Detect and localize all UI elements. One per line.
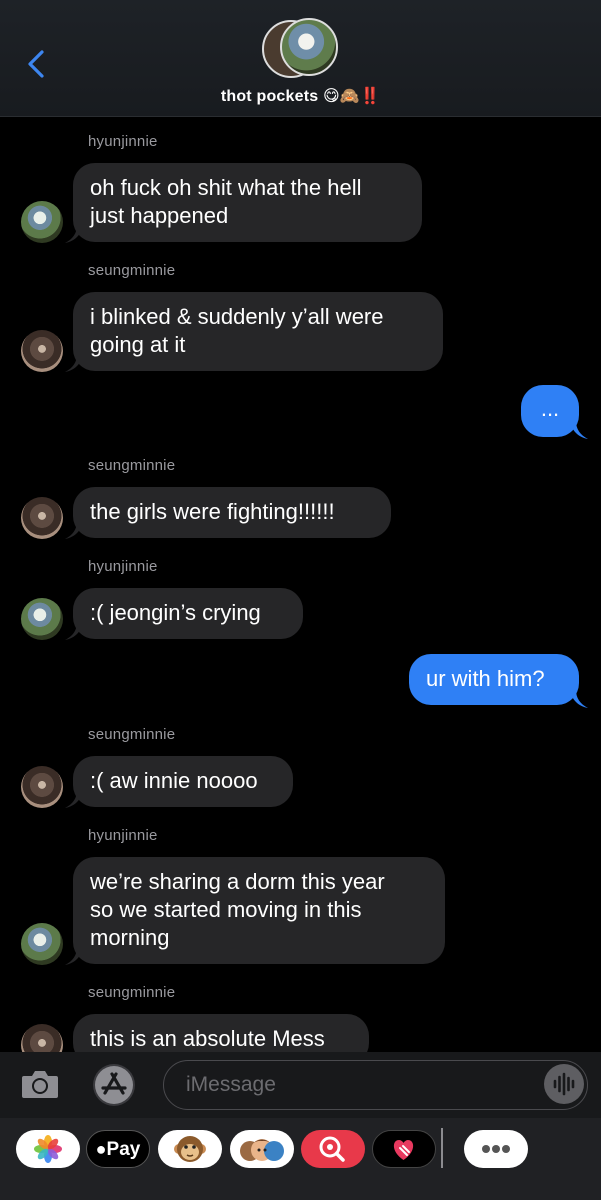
message-line: ur with him? [426, 666, 545, 691]
message-line: ... [540, 396, 560, 421]
bubble-tail [570, 421, 588, 439]
camera-icon[interactable] [18, 1064, 62, 1104]
message-line: so we started moving in this [90, 897, 362, 922]
app-store-icon[interactable] [90, 1063, 138, 1107]
sender-name: hyunjinnie [88, 827, 158, 844]
more-apps-icon[interactable] [464, 1130, 528, 1168]
drawer-separator [441, 1128, 443, 1168]
photos-app-icon[interactable] [16, 1130, 80, 1168]
apple-pay-icon[interactable]: ●Pay [86, 1130, 150, 1168]
message-line: this is an absolute Mess [90, 1026, 325, 1051]
incoming-message[interactable]: we’re sharing a dorm this year so we sta… [73, 857, 445, 964]
incoming-message[interactable]: the girls were fighting!!!!!! [73, 487, 391, 538]
avatar-seungminnie[interactable] [21, 766, 63, 808]
bubble-tail [65, 354, 83, 372]
bubble-tail [65, 225, 83, 243]
sender-name: hyunjinnie [88, 133, 158, 150]
avatar-hyunjinnie[interactable] [21, 923, 63, 965]
compose-bar: iMessage [0, 1052, 601, 1118]
app-drawer: ●Pay [0, 1118, 601, 1200]
incoming-message[interactable]: :( aw innie noooo [73, 756, 293, 807]
message-line: :( jeongin’s crying [90, 600, 261, 625]
group-avatar[interactable] [262, 18, 340, 80]
message-line: going at it [90, 332, 186, 357]
memoji-stickers-icon[interactable] [230, 1130, 294, 1168]
apple-logo-icon: ● [95, 1139, 107, 1159]
group-emoji: 😋🙈 [323, 88, 361, 105]
bubble-tail [570, 690, 588, 708]
message-line: :( aw innie noooo [90, 768, 258, 793]
group-name: thot pockets [220, 88, 319, 105]
sender-name: hyunjinnie [88, 558, 158, 575]
sender-name: seungminnie [88, 984, 176, 1001]
audio-waveform-icon[interactable] [544, 1064, 584, 1104]
message-line: i blinked & suddenly y’all were [90, 304, 384, 329]
incoming-message[interactable]: i blinked & suddenly y’all were going at… [73, 292, 443, 371]
message-line: oh fuck oh shit what the hell [90, 175, 362, 200]
incoming-message[interactable]: :( jeongin’s crying [73, 588, 303, 639]
message-line: just happened [90, 203, 229, 228]
message-line: the girls were fighting!!!!!! [90, 499, 335, 524]
group-avatar-front [280, 18, 338, 76]
group-title[interactable]: thot pockets 😋🙈‼️ [0, 86, 601, 106]
bubble-tail [65, 622, 83, 640]
outgoing-message[interactable]: ur with him? [409, 654, 579, 705]
message-line: morning [90, 925, 170, 950]
digital-touch-heart-icon[interactable] [372, 1130, 436, 1168]
imessage-placeholder: iMessage [186, 1073, 276, 1096]
sender-name: seungminnie [88, 262, 176, 279]
conversation-header: thot pockets 😋🙈‼️ [0, 0, 601, 117]
double-exclamation-mark: ‼️ [360, 88, 381, 105]
bubble-tail [65, 790, 83, 808]
back-chevron-icon[interactable] [22, 48, 52, 80]
message-line: we’re sharing a dorm this year [90, 869, 385, 894]
apple-pay-label: ●Pay [95, 1139, 141, 1160]
image-search-icon[interactable] [301, 1130, 365, 1168]
message-list[interactable]: hyunjinnie oh fuck oh shit what the hell… [0, 116, 601, 1052]
bubble-tail [65, 947, 83, 965]
sender-name: seungminnie [88, 457, 176, 474]
avatar-seungminnie[interactable] [21, 497, 63, 539]
avatar-hyunjinnie[interactable] [21, 598, 63, 640]
incoming-message[interactable]: oh fuck oh shit what the hell just happe… [73, 163, 422, 242]
bubble-tail [65, 521, 83, 539]
avatar-hyunjinnie[interactable] [21, 201, 63, 243]
incoming-message[interactable]: this is an absolute Mess [73, 1014, 369, 1052]
imessage-input[interactable]: iMessage [163, 1060, 588, 1110]
avatar-seungminnie[interactable] [21, 1024, 63, 1052]
sender-name: seungminnie [88, 726, 176, 743]
monkey-memoji-icon[interactable] [158, 1130, 222, 1168]
avatar-seungminnie[interactable] [21, 330, 63, 372]
